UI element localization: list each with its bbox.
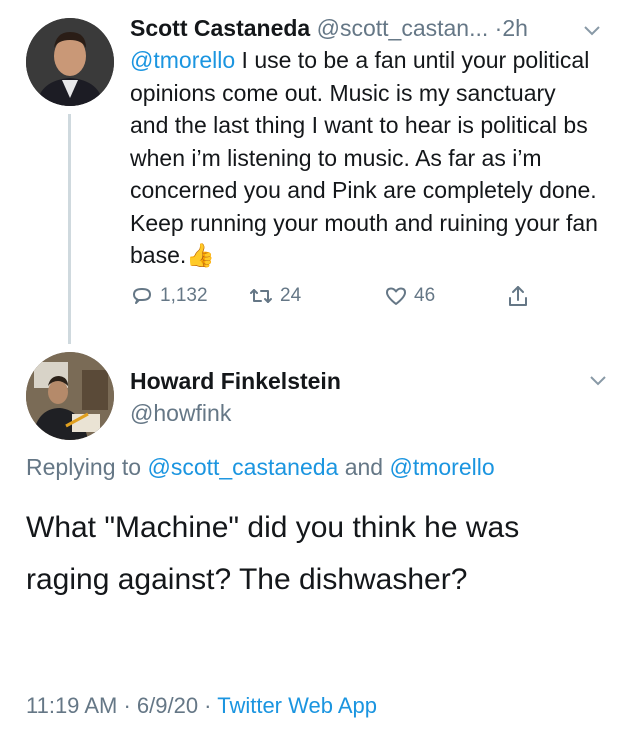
- retweet-icon: [250, 289, 272, 303]
- tweet1-header: Scott Castaneda @scott_castan... ·2h: [130, 12, 528, 44]
- chevron-down-icon[interactable]: [588, 374, 608, 388]
- tweet2-author-name[interactable]: Howard Finkelstein: [130, 368, 341, 395]
- retweet-button[interactable]: 24: [248, 284, 301, 308]
- thumbs-up-emoji: 👍: [186, 242, 215, 268]
- avatar-howard-image: [26, 352, 114, 440]
- tweet1-author-name[interactable]: Scott Castaneda: [130, 15, 310, 41]
- replying-and: and: [338, 454, 390, 480]
- replying-user-scott[interactable]: @scott_castaneda: [147, 454, 338, 480]
- tweet1-actions: 1,132 24 46: [130, 284, 550, 318]
- tweet1-author-handle[interactable]: @scott_castan...: [317, 15, 489, 41]
- tweet2-time[interactable]: 11:19 AM: [26, 693, 117, 718]
- tweet1-time[interactable]: 2h: [502, 15, 528, 41]
- share-icon: [509, 286, 527, 306]
- tweet2-author-handle[interactable]: @howfink: [130, 400, 231, 427]
- avatar-scott[interactable]: [26, 18, 114, 106]
- retweet-count: 24: [280, 285, 302, 306]
- tweet1-body: I use to be a fan until your political o…: [130, 47, 598, 268]
- avatar-scott-image: [26, 18, 114, 106]
- replying-user-tmorello[interactable]: @tmorello: [389, 454, 494, 480]
- tweet2-text: What "Machine" did you think he was ragi…: [26, 511, 520, 596]
- reply-icon: [133, 288, 151, 304]
- like-button[interactable]: 46: [384, 284, 435, 308]
- replying-prefix: Replying to: [26, 454, 148, 480]
- meta-dot-1: ·: [117, 693, 137, 718]
- meta-dot-2: ·: [198, 693, 218, 718]
- tweet1-text: @tmorello I use to be a fan until your p…: [130, 44, 600, 272]
- like-count: 46: [414, 285, 436, 306]
- share-button[interactable]: [506, 284, 530, 310]
- tweet1-mention[interactable]: @tmorello: [130, 47, 235, 73]
- chevron-down-icon[interactable]: [582, 24, 602, 38]
- thread-line: [68, 114, 71, 344]
- replying-to: Replying to @scott_castaneda and @tmorel…: [26, 454, 495, 481]
- tweet2-source[interactable]: Twitter Web App: [217, 693, 377, 718]
- tweet2-meta: 11:19 AM · 6/9/20 · Twitter Web App: [26, 693, 377, 719]
- tweet2-date[interactable]: 6/9/20: [137, 693, 198, 718]
- avatar-howard[interactable]: [26, 352, 114, 440]
- reply-count: 1,132: [160, 285, 208, 306]
- reply-button[interactable]: 1,132: [130, 284, 208, 308]
- like-icon: [386, 287, 406, 305]
